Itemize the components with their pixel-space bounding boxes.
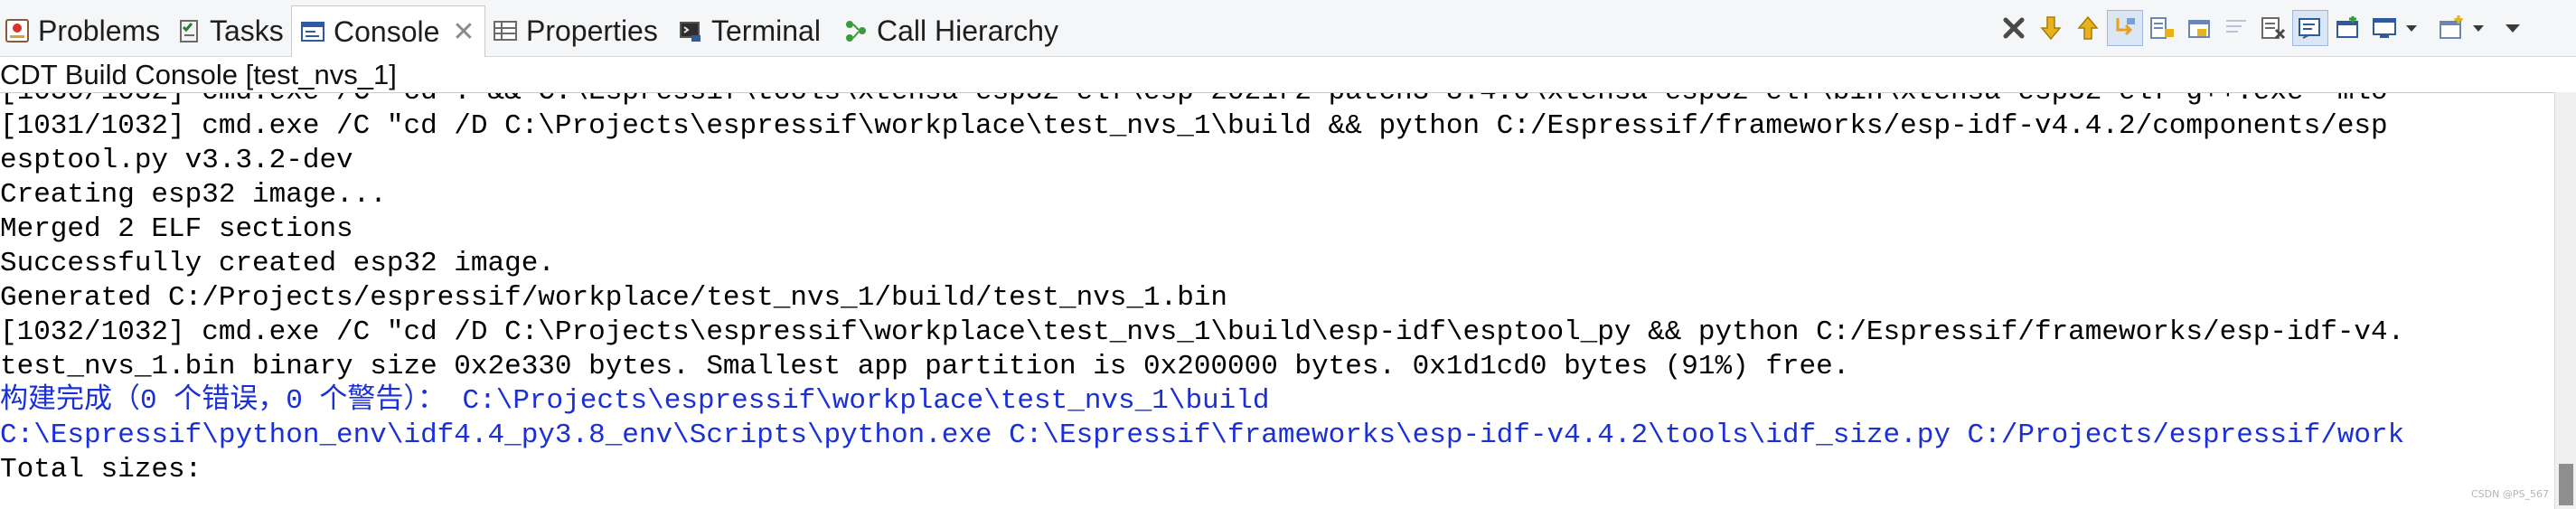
open-console-icon xyxy=(2336,16,2358,38)
tab-label: Properties xyxy=(526,14,658,47)
properties-icon xyxy=(494,21,517,41)
terminate-icon xyxy=(2003,17,2025,39)
console-line: Generated C:/Projects/espressif/workplac… xyxy=(0,282,1228,314)
link-with-editor-button[interactable] xyxy=(2107,10,2143,46)
console-title: CDT Build Console [test_nvs_1] xyxy=(0,59,397,90)
open-console-button[interactable] xyxy=(2330,11,2364,45)
show-console-on-output-button[interactable] xyxy=(2292,10,2328,46)
tab-tasks[interactable]: Tasks xyxy=(175,9,284,52)
clear-console-icon xyxy=(2261,17,2286,40)
link-with-editor-icon xyxy=(2116,18,2135,36)
call-hierarchy-icon xyxy=(846,21,866,42)
console-line-build-summary: 构建完成（0 个错误，0 个警告）： C:\Projects\espressif… xyxy=(0,385,1270,417)
console-line: Successfully created esp32 image. xyxy=(0,248,555,279)
console-line: test_nvs_1.bin binary size 0x2e330 bytes… xyxy=(0,351,1850,382)
console-line: [1031/1032] cmd.exe /C "cd /D C:\Project… xyxy=(0,110,2388,142)
display-selected-console-button[interactable] xyxy=(2367,11,2402,45)
new-console-icon xyxy=(2440,15,2463,39)
console-line-command: C:\Espressif\python_env\idf4.4_py3.8_env… xyxy=(0,419,2405,451)
view-menu-icon xyxy=(2505,24,2520,33)
console-line: Total sizes: xyxy=(0,454,202,485)
console-line: [1032/1032] cmd.exe /C "cd /D C:\Project… xyxy=(0,316,2405,348)
watermark: CSDN @PS_567 xyxy=(2471,488,2549,500)
view-tab-bar: Problems Tasks Console ✕ Properties Term… xyxy=(0,0,2576,57)
tab-problems[interactable]: Problems xyxy=(4,9,160,52)
terminate-button[interactable] xyxy=(1997,11,2031,45)
terminal-icon xyxy=(680,22,700,42)
view-menu-button[interactable] xyxy=(2496,11,2530,45)
next-problem-button[interactable] xyxy=(2034,11,2068,45)
console-line: esptool.py v3.3.2-dev xyxy=(0,145,353,176)
scroll-lock-icon xyxy=(2150,17,2174,39)
clear-console-button[interactable] xyxy=(2256,11,2290,45)
tab-label: Console xyxy=(334,14,440,48)
word-wrap-icon xyxy=(2226,20,2246,33)
tab-label: Terminal xyxy=(711,14,821,47)
tab-console[interactable]: Console ✕ xyxy=(291,5,485,57)
tab-call-hierarchy[interactable]: Call Hierarchy xyxy=(842,9,1058,52)
previous-problem-icon xyxy=(2077,15,2099,40)
tab-label: Tasks xyxy=(210,14,284,47)
display-selected-console-icon xyxy=(2373,18,2396,38)
problems-icon xyxy=(5,19,29,42)
display-selected-console-dropdown[interactable] xyxy=(2402,11,2421,45)
new-console-button[interactable] xyxy=(2434,11,2468,45)
show-console-on-output-icon xyxy=(2299,18,2320,39)
tab-label: Call Hierarchy xyxy=(877,14,1058,47)
tab-terminal[interactable]: Terminal xyxy=(677,9,821,52)
next-problem-icon xyxy=(2040,16,2062,41)
console-line: Creating esp32 image... xyxy=(0,179,387,211)
tasks-icon xyxy=(180,20,198,42)
tab-label: Problems xyxy=(38,14,161,47)
chevron-down-icon xyxy=(2473,25,2484,32)
tab-properties[interactable]: Properties xyxy=(492,9,658,52)
previous-problem-button[interactable] xyxy=(2071,11,2105,45)
console-icon xyxy=(301,22,324,42)
console-line: [1030/1032] cmd.exe /C "cd . && C:\Espre… xyxy=(0,93,2388,109)
pin-console-icon xyxy=(2188,20,2210,38)
close-icon[interactable]: ✕ xyxy=(452,16,475,48)
scroll-lock-button[interactable] xyxy=(2145,11,2179,45)
vertical-scrollbar[interactable] xyxy=(2554,92,2576,509)
console-output[interactable]: [1030/1032] cmd.exe /C "cd . && C:\Espre… xyxy=(0,92,2554,509)
console-toolbar xyxy=(1994,7,2530,49)
new-console-dropdown[interactable] xyxy=(2468,11,2488,45)
console-line: Merged 2 ELF sections xyxy=(0,213,353,245)
pin-console-button[interactable] xyxy=(2182,11,2216,45)
word-wrap-button[interactable] xyxy=(2219,11,2253,45)
scrollbar-thumb[interactable] xyxy=(2559,464,2573,505)
chevron-down-icon xyxy=(2406,25,2417,32)
